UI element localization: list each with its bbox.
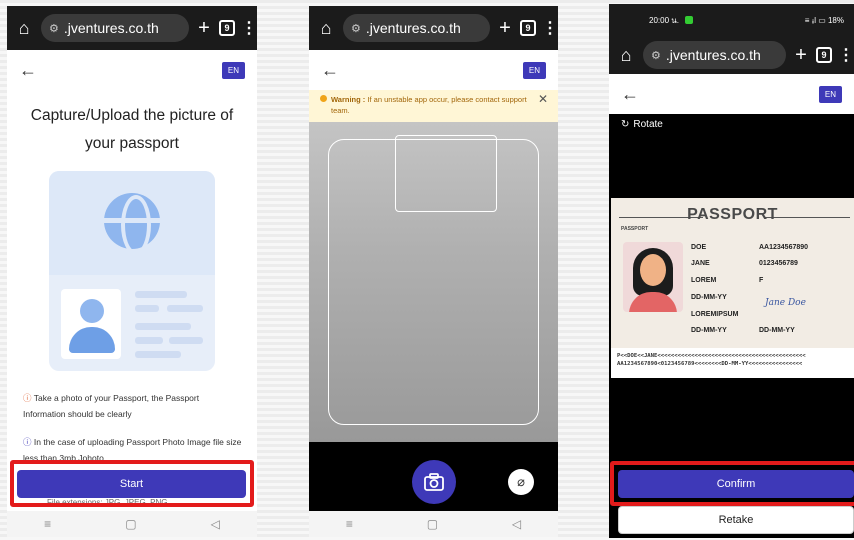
status-bar: 20:00 น. ≡ ᵢᵢl ▭ 18% xyxy=(609,4,854,36)
back-nav-icon[interactable]: ◁ xyxy=(211,517,220,531)
date-of-expiry: DD-MM-YY xyxy=(759,327,795,334)
status-time: 20:00 น. xyxy=(649,15,679,25)
url-bar[interactable]: ⚙ .jventures.co.th xyxy=(343,14,490,42)
menu-icon[interactable]: ⋮ xyxy=(838,45,854,65)
site-settings-icon[interactable]: ⚙ xyxy=(49,22,59,35)
rotate-button[interactable]: ↻ Rotate xyxy=(609,114,854,134)
app-header: ← EN xyxy=(309,50,558,90)
date-of-issue: DD-MM-YY xyxy=(691,327,727,334)
close-icon[interactable]: ✕ xyxy=(538,93,548,105)
phone-screen-confirm: 20:00 น. ≡ ᵢᵢl ▭ 18% ⌂ ⚙ .jventures.co.t… xyxy=(609,4,854,538)
site-settings-icon[interactable]: ⚙ xyxy=(651,49,661,62)
camera-preview xyxy=(309,122,558,442)
browser-toolbar: ⌂ ⚙ .jventures.co.th + 9 ⋮ xyxy=(7,6,257,50)
captured-passport-image: PASSPORT PASSPORT DOE JANE LOREM DD-MM-Y… xyxy=(611,198,854,378)
surname: DOE xyxy=(691,244,707,251)
back-arrow-icon[interactable]: ← xyxy=(19,60,37,81)
url-text: .jventures.co.th xyxy=(365,20,461,36)
warning-icon xyxy=(320,95,327,102)
passport-title: PASSPORT xyxy=(687,206,778,223)
android-nav-bar: ≡ ▢ ◁ xyxy=(309,511,558,537)
date-of-birth: DD-MM-YY xyxy=(691,294,727,301)
home-nav-icon[interactable]: ▢ xyxy=(427,517,438,531)
android-nav-bar: ≡ ▢ ◁ xyxy=(7,511,257,537)
recent-apps-icon[interactable]: ≡ xyxy=(346,517,353,531)
app-header: ← EN xyxy=(7,50,257,90)
page-title: Capture/Upload the picture of your passp… xyxy=(30,107,234,152)
info-circle-icon: ⓘ xyxy=(23,437,32,447)
info-take-photo-text: Take a photo of your Passport, the Passp… xyxy=(23,393,200,419)
app-header: ← EN xyxy=(609,74,854,114)
passport-small-label: PASSPORT xyxy=(621,226,649,232)
paperclip-icon: ⌀ xyxy=(517,474,525,489)
language-button[interactable]: EN xyxy=(818,85,842,103)
retake-button[interactable]: Retake xyxy=(618,506,854,534)
language-button[interactable]: EN xyxy=(522,61,546,79)
info-take-photo: ⓘ Take a photo of your Passport, the Pas… xyxy=(23,390,243,422)
camera-controls: ⌀ xyxy=(309,442,558,512)
warning-label: Warning : xyxy=(331,95,366,104)
passport-number: AA1234567890 xyxy=(759,244,809,251)
language-button[interactable]: EN xyxy=(221,61,245,79)
browser-toolbar: ⌂ ⚙ .jventures.co.th + 9 ⋮ xyxy=(309,6,558,50)
tabs-count-button[interactable]: 9 xyxy=(219,20,235,36)
personal-number: 0123456789 xyxy=(759,260,798,267)
rotate-label: Rotate xyxy=(633,118,663,130)
phone-screen-upload-intro: ⌂ ⚙ .jventures.co.th + 9 ⋮ ← EN Capture/… xyxy=(7,6,257,537)
home-icon[interactable]: ⌂ xyxy=(315,18,337,39)
menu-icon[interactable]: ⋮ xyxy=(542,18,558,38)
signature: Jane Doe xyxy=(765,298,806,308)
photo-guide-frame xyxy=(395,135,497,212)
notification-icon xyxy=(685,16,694,25)
browser-toolbar: ⌂ ⚙ .jventures.co.th + 9 ⋮ xyxy=(609,36,854,74)
person-photo-icon xyxy=(61,289,121,359)
tabs-count-button[interactable]: 9 xyxy=(520,20,536,36)
url-text: .jventures.co.th xyxy=(63,20,159,36)
alert-circle-icon: ⓘ xyxy=(23,393,32,403)
warning-banner: Warning : If an unstable app occur, plea… xyxy=(309,90,558,122)
highlight-box xyxy=(610,461,854,506)
passport-photo xyxy=(623,242,683,312)
recent-apps-icon[interactable]: ≡ xyxy=(44,517,51,531)
mrz-line-2: AA1234567890<0123456789<<<<<<<<DD-MM-YY<… xyxy=(617,361,803,367)
tabs-count-button[interactable]: 9 xyxy=(816,47,832,63)
sex: F xyxy=(759,277,764,284)
camera-icon xyxy=(424,473,444,491)
url-bar[interactable]: ⚙ .jventures.co.th xyxy=(41,14,189,42)
passport-mrz: P<<DOE<<JANE<<<<<<<<<<<<<<<<<<<<<<<<<<<<… xyxy=(611,348,854,378)
globe-icon xyxy=(104,193,160,255)
mrz-line-1: P<<DOE<<JANE<<<<<<<<<<<<<<<<<<<<<<<<<<<<… xyxy=(617,353,806,359)
place-of-birth: LOREMIPSUM xyxy=(691,311,739,318)
home-icon[interactable]: ⌂ xyxy=(615,45,637,66)
new-tab-icon[interactable]: + xyxy=(496,17,514,40)
given-name: JANE xyxy=(691,260,710,267)
url-text: .jventures.co.th xyxy=(665,47,761,63)
passport-illustration xyxy=(49,171,215,371)
rotate-icon: ↻ xyxy=(621,118,630,130)
phone-screen-camera: ⌂ ⚙ .jventures.co.th + 9 ⋮ ← EN Warning … xyxy=(309,6,558,537)
url-bar[interactable]: ⚙ .jventures.co.th xyxy=(643,41,786,69)
nationality: LOREM xyxy=(691,277,717,284)
back-nav-icon[interactable]: ◁ xyxy=(512,517,521,531)
site-settings-icon[interactable]: ⚙ xyxy=(351,22,361,35)
highlight-box xyxy=(10,460,254,507)
home-nav-icon[interactable]: ▢ xyxy=(125,517,136,531)
attach-file-button[interactable]: ⌀ xyxy=(508,469,534,495)
menu-icon[interactable]: ⋮ xyxy=(241,18,257,38)
back-arrow-icon[interactable]: ← xyxy=(321,60,339,81)
new-tab-icon[interactable]: + xyxy=(792,44,810,67)
back-arrow-icon[interactable]: ← xyxy=(621,84,639,105)
home-icon[interactable]: ⌂ xyxy=(13,18,35,39)
status-indicators: ≡ ᵢᵢl ▭ 18% xyxy=(804,15,844,25)
new-tab-icon[interactable]: + xyxy=(195,17,213,40)
camera-shutter-button[interactable] xyxy=(412,460,456,504)
